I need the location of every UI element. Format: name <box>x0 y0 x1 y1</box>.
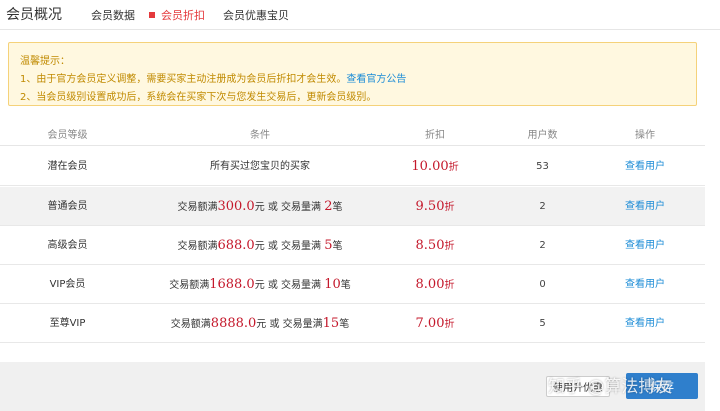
page-header: 会员概况 会员数据 会员折扣 会员优惠宝贝 <box>0 0 720 30</box>
member-level: 高级会员 <box>47 240 88 251</box>
member-user-count: 2 <box>539 201 546 212</box>
view-users-link[interactable]: 查看用户 <box>600 265 690 304</box>
condition-amount: 1688.0 <box>209 277 255 292</box>
condition-prefix: 交易额满 <box>177 241 218 252</box>
member-level: 潜在会员 <box>47 161 88 172</box>
tip-box: 温馨提示： 1、由于官方会员定义调整，需要买家主动注册成为会员后折扣才会生效。查… <box>8 42 697 106</box>
member-discount: 7.00折 <box>380 304 490 343</box>
condition-suffix: 笔 <box>332 202 343 213</box>
member-condition: 所有买过您宝贝的买家 <box>210 161 310 172</box>
discount-value: 8.50 <box>415 238 445 253</box>
condition-prefix: 交易额满 <box>177 202 218 213</box>
view-users-link[interactable]: 查看用户 <box>600 187 690 226</box>
tip-line-2: 2、当会员级别设置成功后，系统会在买家下次与您发生交易后，更新会员级别。 <box>20 92 377 103</box>
condition-middle: 元 或 交易量满 <box>256 319 323 330</box>
discount-unit: 折 <box>448 162 459 173</box>
header-action: 操作 <box>635 130 655 141</box>
tip-line-1-text: 1、由于官方会员定义调整，需要买家主动注册成为会员后折扣才会生效。 <box>20 74 347 85</box>
condition-suffix: 笔 <box>339 319 350 330</box>
member-condition: 交易额满1688.0元 或 交易量满 10笔 <box>130 265 390 304</box>
condition-count: 10 <box>324 277 341 292</box>
header-condition: 条件 <box>250 130 270 141</box>
discount-value: 9.50 <box>415 199 445 214</box>
member-discount: 9.50折 <box>380 187 490 226</box>
member-user-count: 2 <box>539 240 546 251</box>
table-row: 至尊VIP 交易额满8888.0元 或 交易量满15笔 7.00折 5 查看用户 <box>0 304 705 343</box>
table-row: 普通会员 交易额满300.0元 或 交易量满 2笔 9.50折 2 查看用户 <box>0 187 705 226</box>
condition-amount: 8888.0 <box>210 316 257 331</box>
condition-middle: 元 或 交易量满 <box>254 280 325 291</box>
member-discount: 8.50折 <box>380 226 490 265</box>
tip-line-1: 1、由于官方会员定义调整，需要买家主动注册成为会员后折扣才会生效。查看官方公告 <box>20 70 406 85</box>
member-level: VIP会员 <box>49 279 86 290</box>
condition-prefix: 交易额满 <box>170 319 211 330</box>
condition-suffix: 笔 <box>340 280 351 291</box>
tab-member-discount[interactable]: 会员折扣 <box>149 7 205 23</box>
use-discount-button[interactable]: 使用升优惠 <box>546 376 610 397</box>
discount-unit: 折 <box>444 241 455 252</box>
condition-count: 5 <box>324 238 333 253</box>
discount-value: 8.00 <box>415 277 445 292</box>
view-announcement-link[interactable]: 查看官方公告 <box>346 74 406 85</box>
table-row: VIP会员 交易额满1688.0元 或 交易量满 10笔 8.00折 0 查看用… <box>0 265 705 304</box>
table-header: 会员等级 条件 折扣 用户数 操作 <box>0 118 705 146</box>
condition-middle: 元 或 交易量满 <box>254 202 325 213</box>
member-discount: 10.00折 <box>380 147 490 186</box>
view-users-link[interactable]: 查看用户 <box>600 226 690 265</box>
tab-member-data[interactable]: 会员数据 <box>91 7 135 23</box>
discount-value: 10.00 <box>411 159 449 174</box>
table-row: 潜在会员 所有买过您宝贝的买家 10.00折 53 查看用户 <box>0 147 705 186</box>
member-user-count: 5 <box>539 318 546 329</box>
member-user-count: 53 <box>536 161 549 172</box>
view-users-link[interactable]: 查看用户 <box>600 304 690 343</box>
member-condition: 交易额满8888.0元 或 交易量满15笔 <box>130 304 390 343</box>
member-level: 普通会员 <box>47 201 88 212</box>
discount-unit: 折 <box>444 202 455 213</box>
tab-member-discount-label: 会员折扣 <box>161 9 205 22</box>
save-button[interactable]: 保存 <box>626 373 698 399</box>
condition-suffix: 笔 <box>332 241 343 252</box>
condition-amount: 300.0 <box>217 199 255 214</box>
tip-title: 温馨提示： <box>20 56 70 67</box>
condition-count: 15 <box>322 316 340 331</box>
active-tab-marker-icon <box>149 12 155 18</box>
condition-prefix: 交易额满 <box>169 280 210 291</box>
discount-value: 7.00 <box>415 316 445 331</box>
header-users: 用户数 <box>527 130 558 141</box>
member-discount: 8.00折 <box>380 265 490 304</box>
condition-middle: 元 或 交易量满 <box>254 241 325 252</box>
discount-unit: 折 <box>444 319 455 330</box>
condition-count: 2 <box>324 199 333 214</box>
table-row: 高级会员 交易额满688.0元 或 交易量满 5笔 8.50折 2 查看用户 <box>0 226 705 265</box>
condition-amount: 688.0 <box>217 238 255 253</box>
discount-unit: 折 <box>444 280 455 291</box>
member-condition: 交易额满300.0元 或 交易量满 2笔 <box>130 187 390 226</box>
footer-bar: 使用升优惠 保存 <box>0 362 705 411</box>
page-title: 会员概况 <box>6 7 62 23</box>
view-users-link[interactable]: 查看用户 <box>600 147 690 186</box>
header-discount: 折扣 <box>425 130 445 141</box>
member-user-count: 0 <box>539 279 546 290</box>
member-level: 至尊VIP <box>49 318 86 329</box>
header-level: 会员等级 <box>47 130 88 141</box>
member-condition: 交易额满688.0元 或 交易量满 5笔 <box>130 226 390 265</box>
tab-member-items[interactable]: 会员优惠宝贝 <box>223 7 289 23</box>
